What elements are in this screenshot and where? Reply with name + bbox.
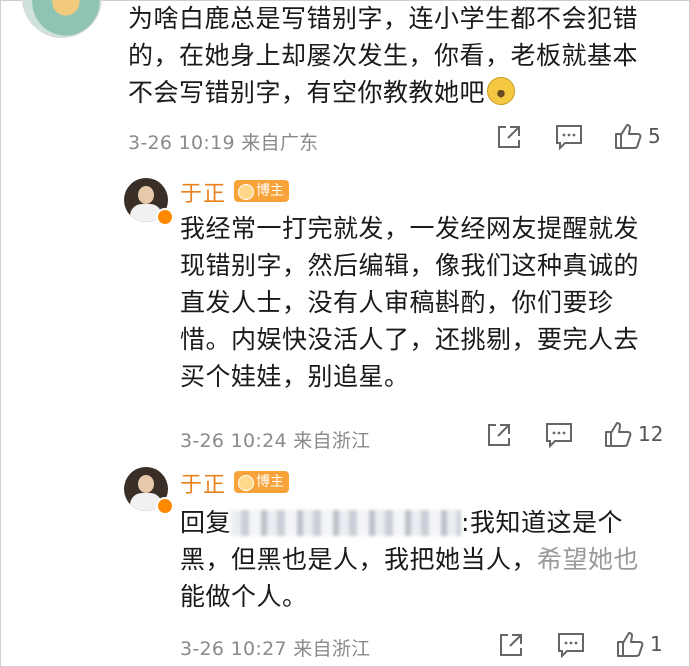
- like-button[interactable]: 5: [614, 122, 661, 150]
- like-count: 5: [648, 124, 661, 148]
- share-button[interactable]: [498, 632, 524, 658]
- blogger-tag: 博主: [234, 471, 289, 493]
- verified-badge-icon: [156, 497, 174, 515]
- redacted-username[interactable]: [231, 510, 462, 536]
- reply-line-faded-text: 希望她也: [537, 545, 640, 574]
- like-button[interactable]: 12: [604, 420, 663, 448]
- crying-laughing-emoji-icon: [487, 77, 516, 105]
- reply-line: 黑，但黑也是人，我把她当人，希望她也: [180, 541, 670, 578]
- verified-badge-icon: [156, 208, 174, 226]
- share-icon: [488, 424, 510, 446]
- thumbs-up-icon: [617, 632, 644, 657]
- reply-line: 能做个人。: [180, 582, 308, 611]
- reply-text: 回复 :我知道这是个 黑，但黑也是人，我把她当人，希望她也 能做个人。: [180, 504, 670, 615]
- share-icon: [500, 634, 522, 656]
- comment-button[interactable]: [557, 632, 585, 658]
- like-button[interactable]: 1: [616, 630, 663, 658]
- comment-line: 的，在她身上却屡次发生，你看，老板就基本: [128, 41, 639, 70]
- reply-line: 我经常一打完就发，一发经网友提醒就发: [180, 214, 640, 243]
- reply-line: 买个娃娃，别追星。: [180, 362, 410, 391]
- reply-text: 我经常一打完就发，一发经网友提醒就发 现错别字，然后编辑，像我们这种真诚的 直发…: [180, 210, 670, 395]
- comment-button[interactable]: [555, 124, 583, 150]
- author-name[interactable]: 于正: [180, 467, 226, 499]
- avatar-face: [138, 186, 154, 204]
- comment-line: 为啥白鹿总是写错别字，连小学生都不会犯错: [128, 4, 639, 33]
- author-name[interactable]: 于正: [180, 176, 226, 208]
- reply-line: 惜。内娱快没活人了，还挑剔，要完人去: [180, 325, 640, 354]
- blogger-tag: 博主: [234, 180, 289, 202]
- comment-text: 为啥白鹿总是写错别字，连小学生都不会犯错 的，在她身上却屡次发生，你看，老板就基…: [128, 0, 668, 111]
- reply-line: 直发人士，没有人审稿斟酌，你们要珍: [180, 288, 614, 317]
- comment-meta: 3-26 10:19 来自广东: [128, 132, 319, 154]
- thumbs-up-icon: [605, 422, 632, 447]
- comment-line: 不会写错别字，有空你教教她吧: [128, 74, 668, 111]
- comment-line-text: 不会写错别字，有空你教教她吧: [128, 78, 486, 107]
- share-button[interactable]: [496, 124, 522, 150]
- avatar-face: [138, 475, 154, 493]
- reply-line: 现错别字，然后编辑，像我们这种真诚的: [180, 251, 640, 280]
- reply-line-text: 黑，但黑也是人，我把她当人，: [180, 545, 538, 574]
- comment-icon: [558, 633, 584, 658]
- reply-meta: 3-26 10:24 来自浙江: [180, 430, 371, 452]
- reply-line-text: :我知道这是个: [461, 508, 623, 537]
- reply-prefix: 回复: [180, 508, 232, 537]
- reply-meta: 3-26 10:27 来自浙江: [180, 638, 371, 660]
- like-count: 1: [650, 632, 663, 656]
- comment-icon: [556, 125, 582, 150]
- comment-button[interactable]: [545, 422, 573, 448]
- thumbs-up-icon: [615, 124, 642, 149]
- like-count: 12: [638, 422, 664, 446]
- share-button[interactable]: [486, 422, 512, 448]
- share-icon: [498, 126, 520, 148]
- reply-line: 回复 :我知道这是个: [180, 504, 670, 541]
- comment-icon: [546, 423, 572, 448]
